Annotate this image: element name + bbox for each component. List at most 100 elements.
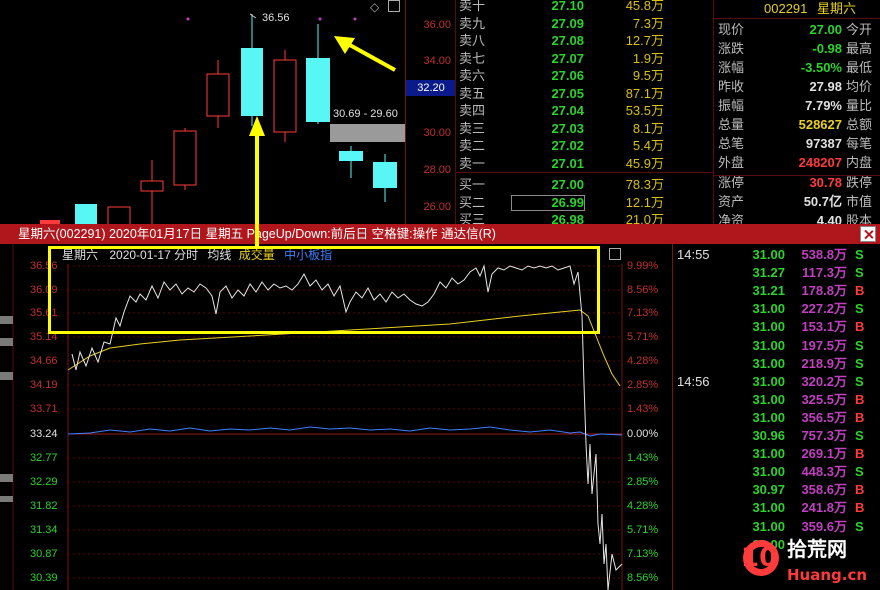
tick-row[interactable]: 31.00 218.9万 S [673, 355, 880, 373]
tick-row[interactable]: 30.97 358.6万 B [673, 481, 880, 499]
tick-row[interactable]: 31.00 241.8万 B [673, 499, 880, 517]
quote-value: 97387 [805, 136, 842, 151]
tick-volume: 153.1万 [801, 319, 847, 335]
watermark-cn: 拾荒网 [787, 537, 847, 561]
ask-price: 27.06 [551, 68, 584, 83]
diamond-icon[interactable]: ◇ [370, 0, 379, 14]
ask-row[interactable]: 卖八 27.08 12.7万 [456, 32, 714, 50]
candle-up [140, 180, 164, 192]
percent-axis-tick: 2.85% [627, 476, 659, 488]
tick-price: 31.00 [752, 355, 785, 371]
watermark-number: 10 [741, 543, 777, 573]
tick-price: 31.00 [752, 301, 785, 317]
kline-chart[interactable]: 36.56 30.69 - 29.60 ◇ [0, 0, 455, 229]
highlight-box [48, 246, 600, 334]
tick-price: 31.00 [752, 409, 785, 425]
tick-row[interactable]: 31.00 153.1万 B [673, 318, 880, 336]
percent-axis-tick: 1.43% [627, 403, 659, 415]
ask-price: 27.01 [551, 155, 584, 171]
quote-label: 资产 [718, 194, 745, 209]
tick-side: S [855, 265, 864, 281]
ask-volume: 53.5万 [625, 103, 664, 118]
price-axis-tick: 32.29 [30, 476, 58, 488]
quote-label: 现价 [718, 22, 745, 37]
candle-down [306, 58, 330, 122]
tick-row[interactable]: 14:56 31.00 320.2万 S [673, 373, 880, 391]
quote-label: 总笔 [718, 136, 745, 151]
tick-price: 31.00 [752, 247, 785, 262]
tick-row[interactable]: 31.00 197.5万 S [673, 337, 880, 355]
tick-row[interactable]: 14:55 31.00 538.8万 S [673, 246, 880, 264]
tick-row[interactable]: 31.27 117.3万 S [673, 264, 880, 282]
price-axis-tick: 34.66 [30, 355, 58, 367]
kline-price-axis: 36.00 34.00 32.20 30.00 28.00 26.00 [405, 0, 456, 228]
ask-row[interactable]: 卖六 27.06 9.5万 [456, 67, 714, 85]
ask-row[interactable]: 卖七 27.07 1.9万 [456, 50, 714, 68]
close-icon[interactable] [860, 226, 876, 242]
quote-value: 7.79% [805, 98, 842, 113]
ask-price: 27.05 [551, 85, 584, 101]
axis-tick: 26.00 [423, 201, 451, 213]
candle-up [206, 73, 230, 117]
quote-label-right: 最高 [846, 41, 873, 56]
quote-row: 涨停 30.78 跌停 [714, 174, 880, 192]
tick-row[interactable]: 31.00 269.1万 B [673, 445, 880, 463]
ask-row[interactable]: 卖二 27.02 5.4万 [456, 137, 714, 155]
ask-row[interactable]: 卖三 27.03 8.1万 [456, 120, 714, 138]
candle-up [173, 130, 197, 186]
tick-side: S [855, 428, 864, 443]
ask-price: 27.08 [551, 33, 584, 48]
tick-row[interactable]: 31.21 178.8万 B [673, 282, 880, 300]
quote-value: 27.00 [809, 22, 842, 37]
ask-price: 27.03 [551, 120, 584, 136]
tick-side: S [855, 464, 864, 480]
range-label: 30.69 - 29.60 [333, 108, 398, 120]
price-axis-tick: 33.24 [30, 428, 58, 440]
ask-label: 卖八 [459, 33, 486, 48]
ask-row[interactable]: 卖四 27.04 53.5万 [456, 102, 714, 120]
tick-volume: 325.5万 [801, 391, 847, 407]
quote-row: 资产 50.7亿 市值 [714, 193, 880, 211]
tick-row[interactable]: 31.00 448.3万 S [673, 463, 880, 481]
ask-row[interactable]: 卖十 27.10 45.8万 [456, 0, 714, 15]
quote-label-right: 跌停 [846, 175, 873, 190]
quote-label-right: 最低 [846, 60, 873, 75]
tick-volume: 269.1万 [801, 446, 847, 462]
tick-row[interactable]: 31.00 227.2万 S [673, 300, 880, 318]
ask-volume: 7.3万 [632, 15, 664, 31]
bid-volume: 12.1万 [625, 194, 664, 210]
panel-toggle-icon[interactable] [388, 0, 400, 12]
price-axis-tick: 33.71 [30, 403, 58, 415]
ask-price: 27.04 [551, 103, 584, 118]
quote-row: 涨幅 -3.50% 最低 [714, 59, 880, 77]
tick-price: 31.00 [752, 337, 785, 353]
ask-row[interactable]: 卖九 27.09 7.3万 [456, 15, 714, 33]
order-book-divider [456, 172, 714, 173]
tick-row[interactable]: 31.00 325.5万 B [673, 391, 880, 409]
quote-label: 涨幅 [718, 60, 745, 75]
ask-label: 卖十 [459, 0, 486, 13]
quote-label: 昨收 [718, 79, 745, 94]
tick-row[interactable]: 31.00 356.5万 B [673, 409, 880, 427]
bid-row[interactable]: 买二 26.99 12.1万 [456, 194, 714, 212]
ask-row[interactable]: 卖五 27.05 87.1万 [456, 85, 714, 103]
tick-price: 31.21 [752, 283, 785, 299]
tick-volume: 356.5万 [801, 409, 847, 425]
tick-row[interactable]: 30.96 757.3万 S [673, 427, 880, 445]
percent-axis-tick: 8.56% [627, 284, 659, 296]
bid-row[interactable]: 买一 27.00 78.3万 [456, 176, 714, 194]
tick-list[interactable]: 14:55 31.00 538.8万 S 31.27 117.3万 S 31.21 178.8万… [672, 244, 880, 590]
quote-label-right: 内盘 [846, 155, 873, 170]
percent-axis-tick: 8.56% [627, 572, 659, 584]
quote-row: 现价 27.00 今开 [714, 21, 880, 39]
quote-label: 涨停 [718, 175, 745, 190]
tick-side: S [855, 373, 864, 389]
intraday-popup[interactable]: 星期六(002291) 2020年01月17日 星期五 PageUp/Down:… [0, 224, 880, 590]
price-axis-tick: 30.87 [30, 548, 58, 560]
tick-side: S [855, 247, 864, 262]
quote-label-right: 量比 [846, 98, 873, 113]
ask-volume: 5.4万 [632, 138, 664, 153]
ask-row[interactable]: 卖一 27.01 45.9万 [456, 155, 714, 173]
tick-price: 31.00 [752, 500, 785, 516]
ask-label: 卖一 [459, 155, 486, 171]
